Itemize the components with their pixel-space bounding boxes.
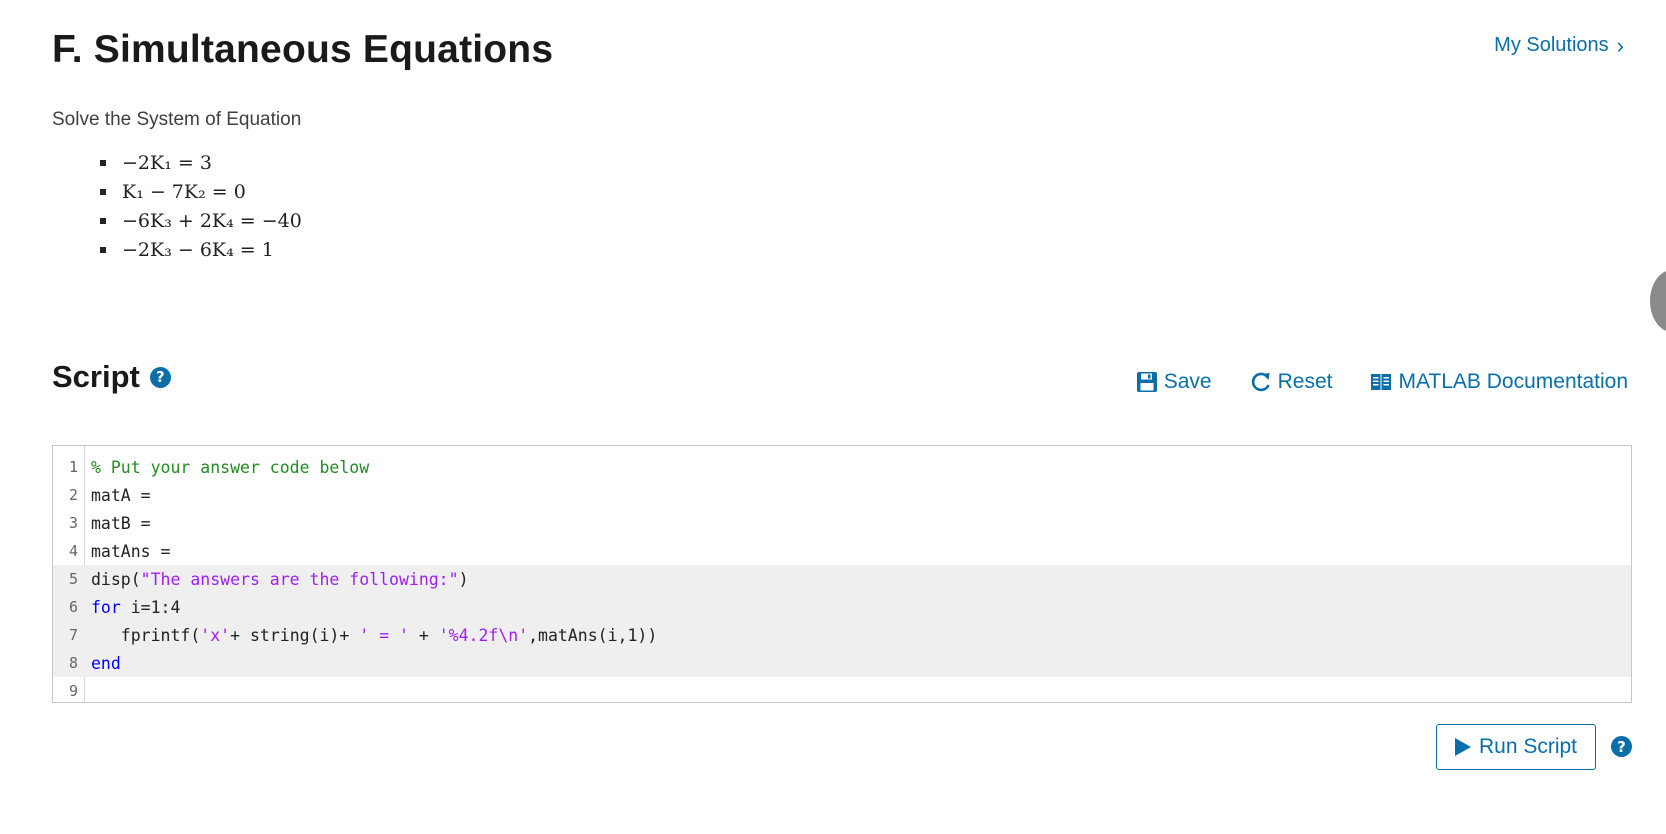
code-editor[interactable]: 1 % Put your answer code below 2 matA = …: [52, 445, 1632, 703]
code-line[interactable]: 3 matB =: [53, 509, 1631, 537]
equation-text: K₁ − 7K₂ = 0: [122, 180, 246, 203]
side-panel-handle[interactable]: [1650, 270, 1666, 332]
line-number: 5: [68, 570, 78, 588]
code-string: '%4.2f\n': [438, 625, 529, 645]
code-line[interactable]: 1 % Put your answer code below: [53, 453, 1631, 481]
run-script-button[interactable]: Run Script: [1436, 724, 1596, 770]
my-solutions-label: My Solutions: [1494, 34, 1609, 56]
code-text: disp("The answers are the following:"): [91, 570, 469, 589]
code-line[interactable]: 9: [53, 677, 1631, 702]
my-solutions-link[interactable]: My Solutions ›: [1494, 34, 1624, 57]
code-token: + string(i)+: [230, 625, 360, 645]
code-line[interactable]: 7 fprintf('x'+ string(i)+ ' = ' + '%4.2f…: [53, 621, 1631, 649]
code-text: fprintf('x'+ string(i)+ ' = ' + '%4.2f\n…: [91, 626, 657, 645]
equation-text: −2K₃ − 6K₄ = 1: [122, 238, 274, 261]
code-text: matAns =: [91, 541, 171, 561]
line-number: 2: [68, 486, 78, 504]
code-line[interactable]: 6 for i=1:4: [53, 593, 1631, 621]
line-number: 3: [68, 514, 78, 532]
line-number: 9: [68, 682, 78, 700]
line-number: 6: [68, 598, 78, 616]
code-line[interactable]: 4 matAns =: [53, 537, 1631, 565]
chevron-right-icon: ›: [1616, 32, 1624, 58]
equation-item: −2K₁ = 3: [100, 148, 302, 177]
matlab-documentation-label: MATLAB Documentation: [1398, 370, 1628, 393]
line-number: 1: [68, 458, 78, 476]
code-string: "The answers are the following:": [140, 569, 459, 589]
equation-item: −6K₃ + 2K₄ = −40: [100, 206, 302, 235]
code-keyword: end: [91, 653, 121, 673]
code-line[interactable]: 8 end: [53, 649, 1631, 677]
code-keyword: for: [91, 597, 121, 617]
code-token: ,matAns(i,1)): [528, 625, 658, 645]
code-token: disp(: [91, 569, 141, 589]
script-title: Script: [52, 359, 140, 394]
script-toolbar: Save Reset MATLAB Documentation: [1136, 370, 1628, 394]
problem-intro: Solve the System of Equation: [52, 109, 302, 130]
code-token: i=1:4: [120, 597, 181, 617]
equation-item: K₁ − 7K₂ = 0: [100, 177, 302, 206]
code-text: for i=1:4: [91, 598, 180, 617]
bullet-icon: [100, 188, 106, 195]
code-token: +: [408, 625, 439, 645]
code-line[interactable]: 2 matA =: [53, 481, 1631, 509]
book-icon: [1371, 374, 1392, 390]
code-comment: % Put your answer code below: [91, 457, 370, 477]
bullet-icon: [100, 159, 106, 166]
play-icon: [1454, 738, 1471, 756]
code-token: fprintf(: [91, 625, 201, 645]
code-string: ' = ': [359, 625, 409, 645]
line-number: 4: [68, 542, 78, 560]
reset-button[interactable]: Reset: [1250, 370, 1333, 394]
code-text: % Put your answer code below: [91, 458, 369, 477]
code-line[interactable]: 5 disp("The answers are the following:"): [53, 565, 1631, 593]
equation-text: −2K₁ = 3: [122, 151, 212, 174]
code-token: ): [458, 569, 469, 589]
code-lines: 1 % Put your answer code below 2 matA = …: [53, 453, 1631, 702]
line-number: 7: [68, 626, 78, 644]
code-text: end: [91, 654, 121, 673]
line-number: 8: [68, 654, 78, 672]
save-button[interactable]: Save: [1136, 370, 1212, 394]
save-icon: [1136, 372, 1157, 392]
code-text: matA =: [91, 485, 151, 505]
code-text: matB =: [91, 513, 151, 533]
script-heading: Script ?: [52, 359, 171, 395]
equation-list: −2K₁ = 3 K₁ − 7K₂ = 0 −6K₃ + 2K₄ = −40 −…: [100, 148, 302, 264]
run-help-icon[interactable]: ?: [1611, 736, 1632, 757]
equation-text: −6K₃ + 2K₄ = −40: [122, 209, 302, 232]
code-string: 'x': [200, 625, 231, 645]
bullet-icon: [100, 217, 106, 224]
bullet-icon: [100, 246, 106, 253]
reset-label: Reset: [1277, 370, 1333, 393]
matlab-documentation-link[interactable]: MATLAB Documentation: [1370, 370, 1628, 394]
help-icon[interactable]: ?: [149, 366, 171, 388]
run-script-label: Run Script: [1478, 735, 1578, 758]
equation-item: −2K₃ − 6K₄ = 1: [100, 235, 302, 264]
page-title: F. Simultaneous Equations: [52, 28, 554, 71]
reset-icon: [1251, 372, 1270, 392]
save-label: Save: [1163, 370, 1212, 393]
